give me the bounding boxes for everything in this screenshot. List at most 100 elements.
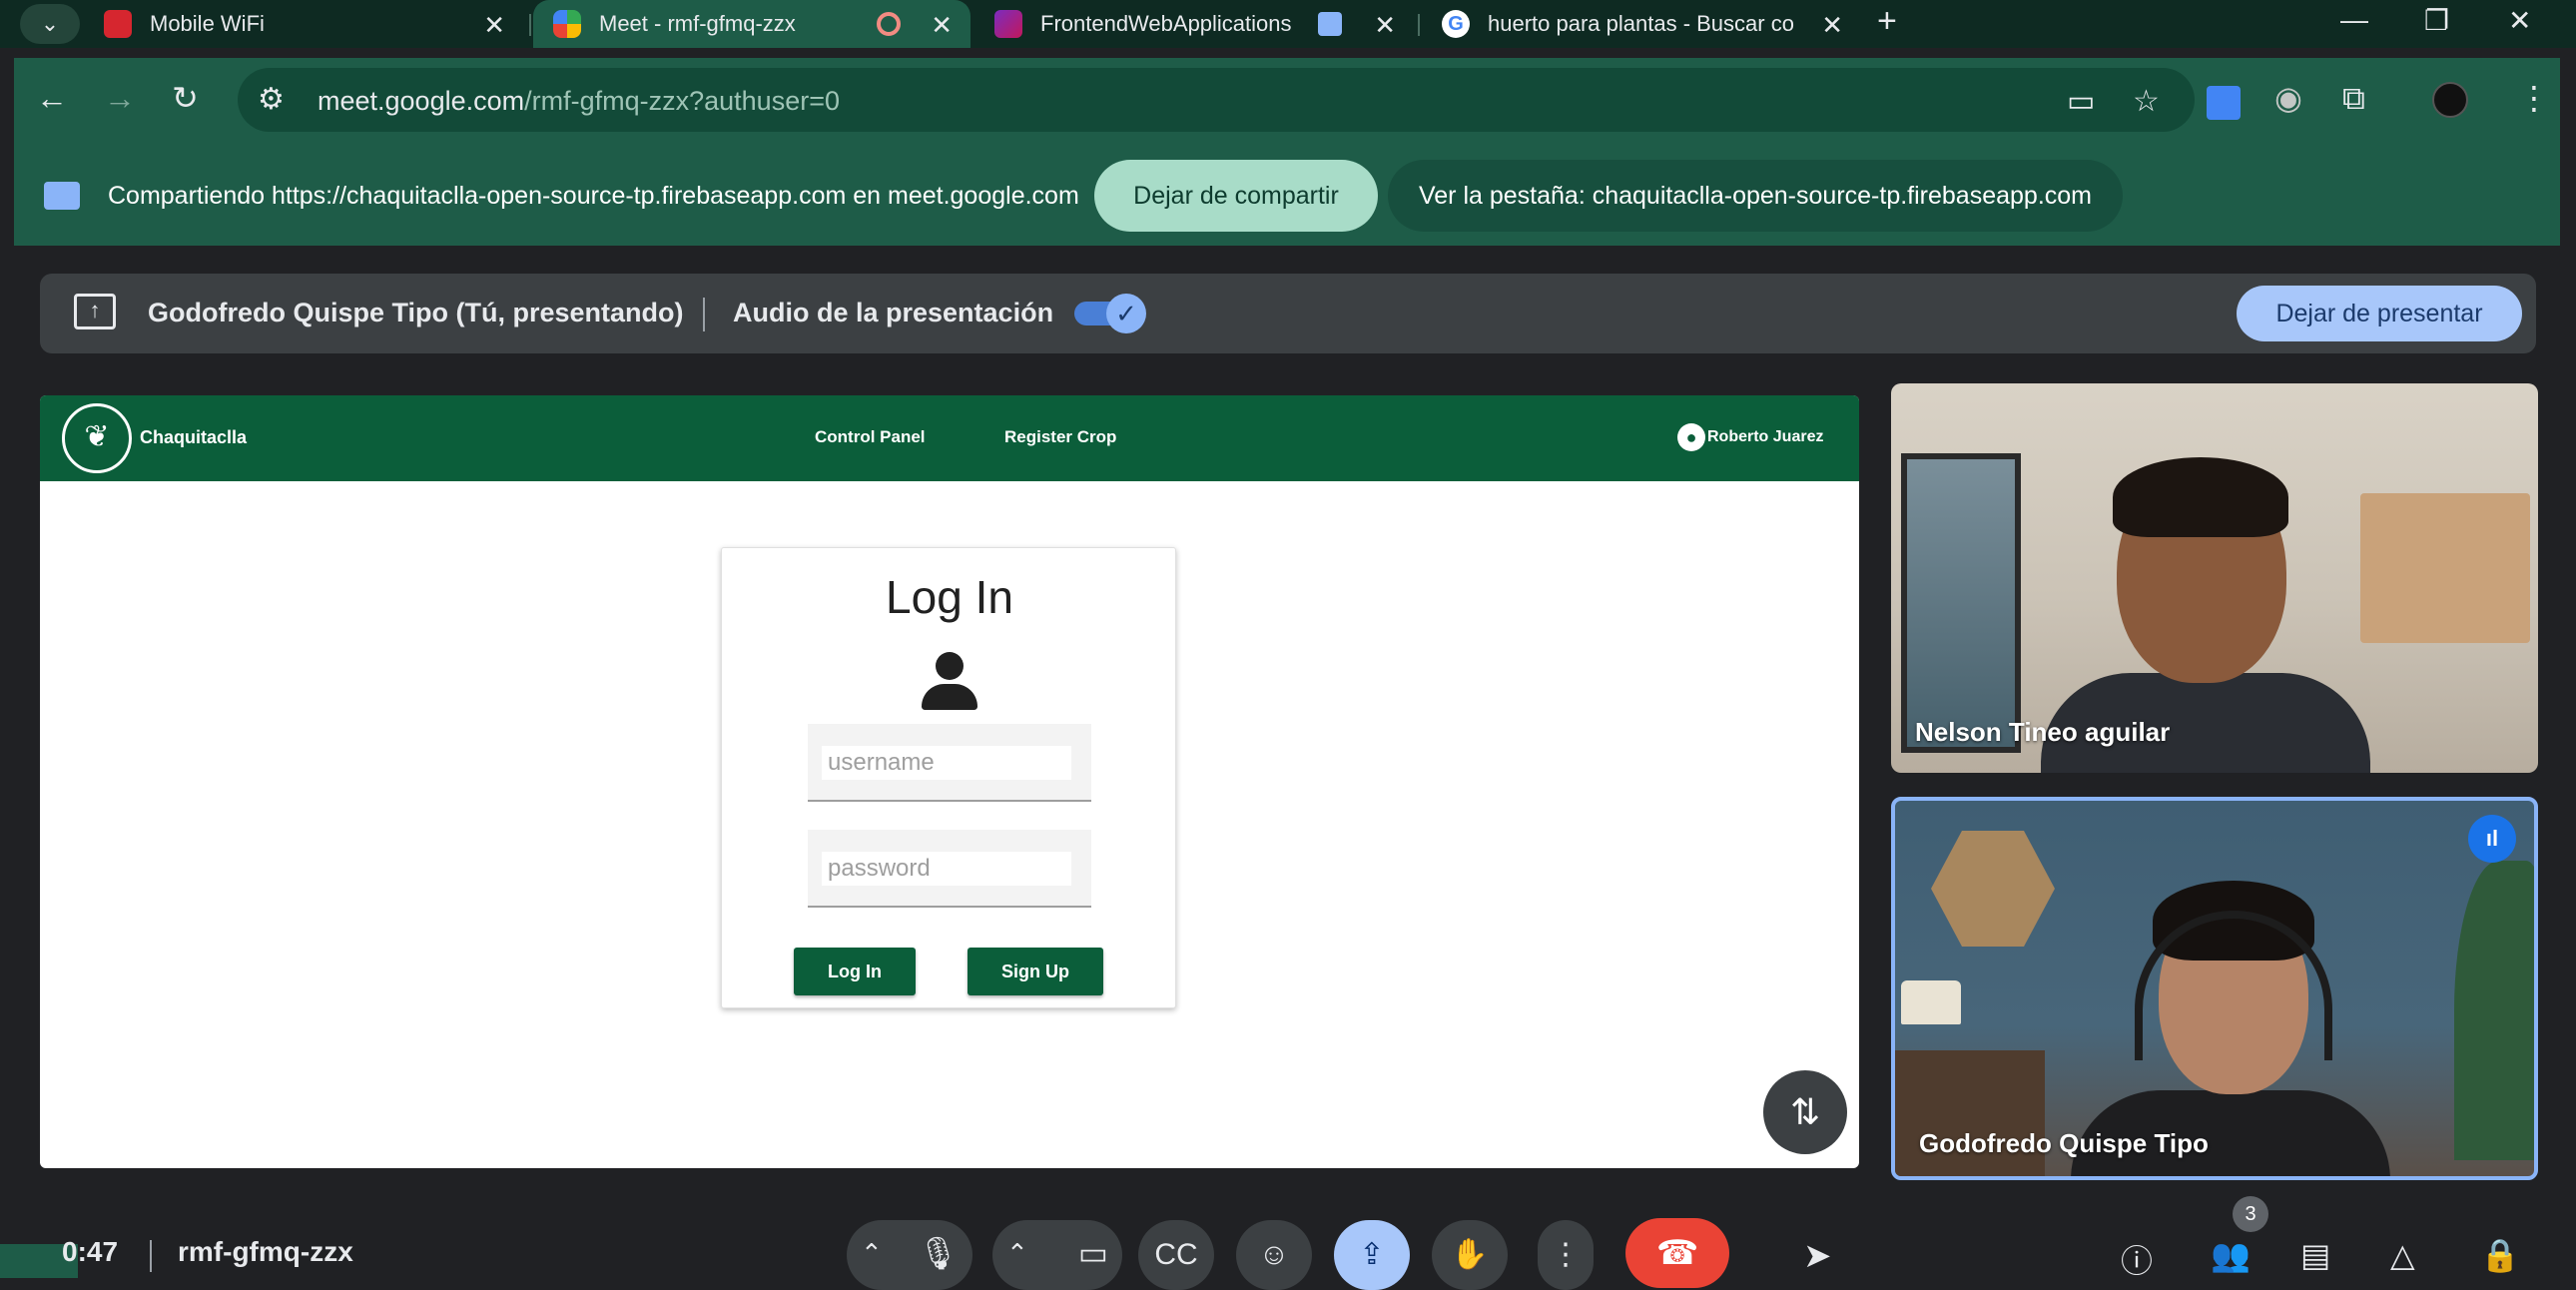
password-input[interactable]	[822, 852, 1071, 886]
close-icon[interactable]: ✕	[1374, 10, 1396, 41]
minimize-button[interactable]: —	[2340, 4, 2368, 36]
divider	[150, 1240, 152, 1272]
tab-frontend[interactable]: FrontendWebApplications ✕	[974, 0, 1414, 48]
reload-icon[interactable]: ↻	[172, 82, 199, 114]
present-now-icon[interactable]: ⇪	[1334, 1220, 1410, 1290]
tab-meet[interactable]: Meet - rmf-gfmq-zzx ✕	[533, 0, 970, 48]
chat-icon[interactable]: ▤	[2300, 1236, 2330, 1274]
meet-controls-bar: 0:47 rmf-gfmq-zzx ⌃ 🎙 ⌃ ▭ CC ☺ ⇪ ✋ ⋮ ☎ ➤…	[0, 1194, 2576, 1290]
screenshot-extension-icon[interactable]: ◉	[2274, 82, 2302, 114]
site-settings-icon[interactable]: ⚙	[258, 82, 285, 117]
close-icon[interactable]: ✕	[483, 10, 505, 41]
close-window-button[interactable]: ✕	[2508, 4, 2531, 37]
recording-icon	[877, 12, 901, 36]
participant-name: Godofredo Quispe Tipo	[1919, 1128, 2209, 1158]
participant-tile-nelson[interactable]: Nelson Tineo aguilar	[1891, 383, 2538, 773]
password-field	[808, 830, 1091, 908]
info-icon[interactable]: ⓘ	[2121, 1236, 2153, 1282]
meet-icon	[553, 10, 581, 38]
close-icon[interactable]: ✕	[1821, 10, 1843, 41]
meeting-time: 0:47	[62, 1236, 119, 1267]
menu-kebab-icon[interactable]: ⋮	[2518, 82, 2550, 114]
wheat-logo-icon[interactable]: ❦	[62, 403, 132, 473]
background-cabinet	[1895, 1050, 2045, 1176]
tab-mobile-wifi[interactable]: Mobile WiFi ✕	[84, 0, 523, 48]
tab-title: Meet - rmf-gfmq-zzx	[599, 11, 796, 36]
participant-name: Nelson Tineo aguilar	[1915, 717, 2171, 747]
translate-extension-icon[interactable]	[2207, 86, 2241, 120]
url-path: /rmf-gfmq-zzx?authuser=0	[524, 86, 840, 116]
people-icon[interactable]: 👥	[2211, 1236, 2251, 1274]
username-input[interactable]	[822, 746, 1071, 780]
login-button[interactable]: Log In	[794, 948, 916, 995]
presenter-name: Godofredo Quispe Tipo (Tú, presentando)	[148, 298, 684, 327]
chevron-up-icon[interactable]: ⌃	[861, 1238, 883, 1269]
course-icon	[994, 10, 1022, 38]
sharing-status-text: Compartiendo https://chaquitaclla-open-s…	[108, 182, 1079, 210]
extensions-icon[interactable]: ⧉	[2342, 82, 2365, 114]
profile-avatar[interactable]	[2432, 82, 2468, 118]
screen-share-icon	[1318, 12, 1342, 36]
back-icon[interactable]: ←	[36, 82, 68, 114]
app-navbar: ❦ Chaquitaclla Control Panel Register Cr…	[40, 395, 1859, 481]
tab-title: Mobile WiFi	[150, 11, 265, 36]
phone-hangup-icon: ☎	[1655, 1234, 1699, 1272]
address-bar[interactable]: ⚙ meet.google.com/rmf-gfmq-zzx?authuser=…	[238, 68, 2195, 132]
app-brand[interactable]: Chaquitaclla	[140, 427, 247, 448]
person-head	[936, 652, 964, 680]
background-art	[1931, 831, 2055, 947]
person-body	[922, 684, 977, 710]
activities-icon[interactable]: △	[2390, 1236, 2415, 1274]
tab-separator	[1418, 14, 1420, 36]
tab-title: FrontendWebApplications	[1040, 11, 1292, 36]
user-menu[interactable]: ● Roberto Juarez	[1677, 423, 1823, 451]
tab-search-button[interactable]: ⌄	[20, 4, 80, 44]
person-icon	[920, 652, 979, 712]
stop-presenting-button[interactable]: Dejar de presentar	[2237, 286, 2522, 341]
forward-icon[interactable]: →	[104, 82, 136, 114]
camera-icon[interactable]: ▭	[1078, 1234, 1108, 1272]
captions-icon[interactable]: CC	[1138, 1220, 1214, 1290]
chevron-up-icon[interactable]: ⌃	[1006, 1238, 1028, 1269]
meeting-code: rmf-gfmq-zzx	[178, 1236, 353, 1267]
mouse-cursor-icon: ➤	[1803, 1237, 1832, 1275]
username-field	[808, 724, 1091, 802]
emoji-icon[interactable]: ☺	[1236, 1220, 1312, 1290]
microphone-control: ⌃ 🎙	[847, 1220, 972, 1290]
background-shelf	[2360, 493, 2530, 643]
bookmark-star-icon[interactable]: ☆	[2133, 84, 2160, 119]
nav-register-crop[interactable]: Register Crop	[1004, 427, 1116, 447]
sharing-infobar: Compartiendo https://chaquitaclla-open-s…	[14, 148, 2560, 246]
swap-layout-icon[interactable]: ⇅	[1763, 1070, 1847, 1154]
participant-video	[2113, 457, 2288, 537]
participant-tile-godofredo[interactable]: ıl Godofredo Quispe Tipo	[1891, 797, 2538, 1180]
stop-sharing-button[interactable]: Dejar de compartir	[1094, 160, 1378, 232]
host-controls-lock-icon[interactable]: 🔒	[2480, 1236, 2520, 1274]
more-options-icon[interactable]: ⋮	[1538, 1220, 1594, 1290]
tab-google-search[interactable]: G huerto para plantas - Buscar co ✕	[1422, 0, 1861, 48]
check-icon: ✓	[1106, 294, 1146, 333]
microphone-icon[interactable]: 🎙	[918, 1234, 959, 1272]
presentation-audio-label: Audio de la presentación	[733, 298, 1054, 327]
new-tab-button[interactable]: +	[1877, 2, 1897, 41]
close-icon[interactable]: ✕	[931, 10, 953, 41]
browser-toolbar: ← → ↻ ⚙ meet.google.com/rmf-gfmq-zzx?aut…	[14, 58, 2560, 148]
tab-separator	[529, 14, 531, 36]
present-screen-icon: ↑	[74, 294, 116, 329]
restore-icon: ❐	[2424, 5, 2450, 36]
tab-strip: ⌄ Mobile WiFi ✕ Meet - rmf-gfmq-zzx ✕ Fr…	[0, 0, 2576, 48]
restore-button[interactable]: ❐	[2424, 4, 2449, 37]
background-lamp	[1901, 980, 1961, 1024]
tab-sharing-icon	[44, 182, 80, 210]
chevron-down-icon: ⌄	[40, 11, 60, 36]
presenter-bar: ↑ Godofredo Quispe Tipo (Tú, presentando…	[40, 274, 2536, 353]
camera-in-use-icon[interactable]: ▭	[2067, 84, 2095, 119]
raise-hand-icon[interactable]: ✋	[1432, 1220, 1508, 1290]
presentation-audio-toggle[interactable]: ✓	[1074, 294, 1146, 333]
login-card: Log In Log In Sign Up	[721, 547, 1176, 1008]
tab-title: huerto para plantas - Buscar co	[1488, 11, 1794, 36]
nav-control-panel[interactable]: Control Panel	[815, 427, 926, 447]
signup-button[interactable]: Sign Up	[967, 948, 1103, 995]
minimize-icon: —	[2340, 4, 2368, 35]
view-shared-tab-button[interactable]: Ver la pestaña: chaquitaclla-open-source…	[1388, 160, 2123, 232]
